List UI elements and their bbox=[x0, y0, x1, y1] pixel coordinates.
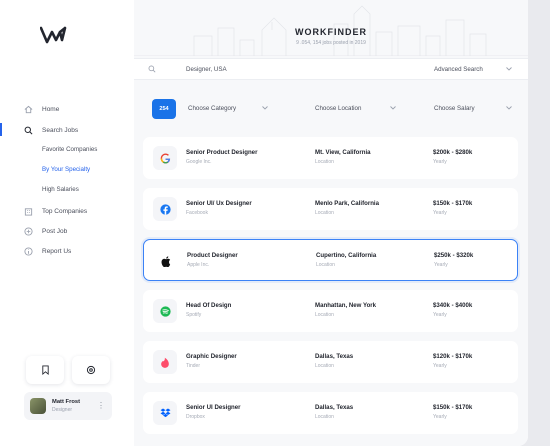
job-salary: $200k - $280k bbox=[433, 149, 473, 156]
results-count-badge: 254 bbox=[152, 99, 176, 119]
job-card[interactable]: Senior UI Designer Dropbox Dallas, Texas… bbox=[143, 392, 518, 434]
sidebar-item-label: Search Jobs bbox=[42, 126, 79, 134]
job-salary: $120k - $170k bbox=[433, 353, 473, 360]
home-icon bbox=[22, 103, 34, 115]
bookmark-button[interactable] bbox=[26, 356, 64, 384]
job-card[interactable]: Head Of Design Spotify Manhattan, New Yo… bbox=[143, 290, 518, 332]
profile-name: Matt Frost bbox=[52, 399, 81, 405]
job-salary: $250k - $320k bbox=[434, 252, 474, 259]
apple-logo-icon bbox=[154, 249, 178, 273]
job-location: Mt. View, California bbox=[315, 149, 371, 156]
job-card[interactable]: Senior UI/ Ux Designer Facebook Menlo Pa… bbox=[143, 188, 518, 230]
job-salary-label: Yearly bbox=[433, 159, 447, 165]
google-logo-icon bbox=[153, 146, 177, 170]
job-company: Tinder bbox=[186, 363, 200, 369]
job-salary: $150k - $170k bbox=[433, 404, 473, 411]
search-input[interactable]: Designer, USA bbox=[186, 66, 227, 73]
search-icon bbox=[148, 65, 156, 73]
sidebar-subitem-favorite-companies[interactable]: Favorite Companies bbox=[42, 146, 97, 153]
chevron-down-icon[interactable] bbox=[506, 106, 512, 110]
sidebar-subitem-by-your-specialty[interactable]: By Your Specialty bbox=[42, 166, 90, 173]
page-title: WORKFINDER bbox=[295, 27, 367, 37]
job-title: Senior UI/ Ux Designer bbox=[186, 200, 252, 207]
sidebar-item-label: Report Us bbox=[42, 247, 72, 255]
job-location: Dallas, Texas bbox=[315, 404, 354, 411]
facebook-logo-icon bbox=[153, 197, 177, 221]
location-select[interactable]: Choose Location bbox=[315, 105, 361, 112]
settings-icon bbox=[86, 365, 96, 375]
profile-role: Designer bbox=[52, 407, 73, 413]
more-options-icon[interactable]: ⋮ bbox=[97, 401, 105, 410]
sidebar-item-top-companies[interactable]: Top Companies bbox=[22, 204, 87, 218]
job-card[interactable]: Graphic Designer Tinder Dallas, Texas Lo… bbox=[143, 341, 518, 383]
sidebar-item-post-job[interactable]: Post Job bbox=[22, 224, 67, 238]
job-title: Senior Product Designer bbox=[186, 149, 258, 156]
job-company: Apple Inc. bbox=[187, 262, 210, 268]
job-salary-label: Yearly bbox=[433, 210, 447, 216]
job-title: Senior UI Designer bbox=[186, 404, 241, 411]
job-company: Dropbox bbox=[186, 414, 205, 420]
user-profile[interactable]: Matt Frost Designer ⋮ bbox=[24, 392, 112, 420]
sidebar-item-search-jobs[interactable]: Search Jobs bbox=[22, 123, 78, 137]
job-title: Graphic Designer bbox=[186, 353, 237, 360]
bookmark-icon bbox=[41, 365, 49, 375]
page-subtitle: 9 .054, 154 jobs posted in 2019 bbox=[296, 40, 366, 46]
sidebar-subitem-high-salaries[interactable]: High Salaries bbox=[42, 186, 79, 193]
search-bar: Designer, USA Advanced Search bbox=[134, 58, 528, 80]
building-icon bbox=[22, 205, 34, 217]
job-card[interactable]: Senior Product Designer Google Inc. Mt. … bbox=[143, 137, 518, 179]
job-company: Google Inc. bbox=[186, 159, 212, 165]
tinder-logo-icon bbox=[153, 350, 177, 374]
settings-button[interactable] bbox=[72, 356, 110, 384]
active-indicator bbox=[0, 123, 2, 136]
w-logo-icon[interactable] bbox=[40, 26, 68, 44]
job-location: Dallas, Texas bbox=[315, 353, 354, 360]
job-location-label: Location bbox=[315, 363, 334, 369]
avatar bbox=[30, 398, 46, 414]
salary-select[interactable]: Choose Salary bbox=[434, 105, 475, 112]
job-title: Head Of Design bbox=[186, 302, 232, 309]
job-location: Cupertino, California bbox=[316, 252, 377, 259]
job-title: Product Designer bbox=[187, 252, 238, 259]
job-company: Spotify bbox=[186, 312, 202, 318]
job-location-label: Location bbox=[315, 414, 334, 420]
job-location-label: Location bbox=[316, 262, 335, 268]
info-icon bbox=[22, 245, 34, 257]
sidebar-item-label: Top Companies bbox=[42, 207, 88, 215]
category-select[interactable]: Choose Category bbox=[188, 105, 236, 112]
app-window: Home Search Jobs Favorite Companies By Y… bbox=[0, 0, 528, 446]
job-salary-label: Yearly bbox=[434, 262, 448, 268]
job-location: Manhattan, New York bbox=[315, 302, 377, 309]
spotify-logo-icon bbox=[153, 299, 177, 323]
plus-circle-icon bbox=[22, 225, 34, 237]
job-company: Facebook bbox=[186, 210, 208, 216]
job-location: Menlo Park, California bbox=[315, 200, 379, 207]
dropbox-logo-icon bbox=[153, 401, 177, 425]
job-salary-label: Yearly bbox=[433, 312, 447, 318]
chevron-down-icon[interactable] bbox=[262, 106, 268, 110]
filter-bar: 254 Choose Category Choose Location Choo… bbox=[134, 90, 528, 128]
sidebar-item-report-us[interactable]: Report Us bbox=[22, 244, 71, 258]
job-card-selected[interactable]: Product Designer Apple Inc. Cupertino, C… bbox=[143, 239, 518, 281]
job-salary: $340k - $400k bbox=[433, 302, 473, 309]
job-salary-label: Yearly bbox=[433, 414, 447, 420]
sidebar-item-label: Post Job bbox=[42, 227, 68, 235]
job-location-label: Location bbox=[315, 210, 334, 216]
job-salary-label: Yearly bbox=[433, 363, 447, 369]
chevron-down-icon[interactable] bbox=[506, 67, 512, 71]
chevron-down-icon[interactable] bbox=[390, 106, 396, 110]
main-content: WORKFINDER 9 .054, 154 jobs posted in 20… bbox=[134, 0, 528, 446]
advanced-search-button[interactable]: Advanced Search bbox=[434, 66, 483, 73]
sidebar: Home Search Jobs Favorite Companies By Y… bbox=[0, 0, 128, 446]
job-location-label: Location bbox=[315, 312, 334, 318]
sidebar-item-home[interactable]: Home bbox=[22, 102, 59, 116]
job-salary: $150k - $170k bbox=[433, 200, 473, 207]
search-icon bbox=[22, 124, 34, 136]
job-location-label: Location bbox=[315, 159, 334, 165]
sidebar-item-label: Home bbox=[42, 105, 60, 113]
